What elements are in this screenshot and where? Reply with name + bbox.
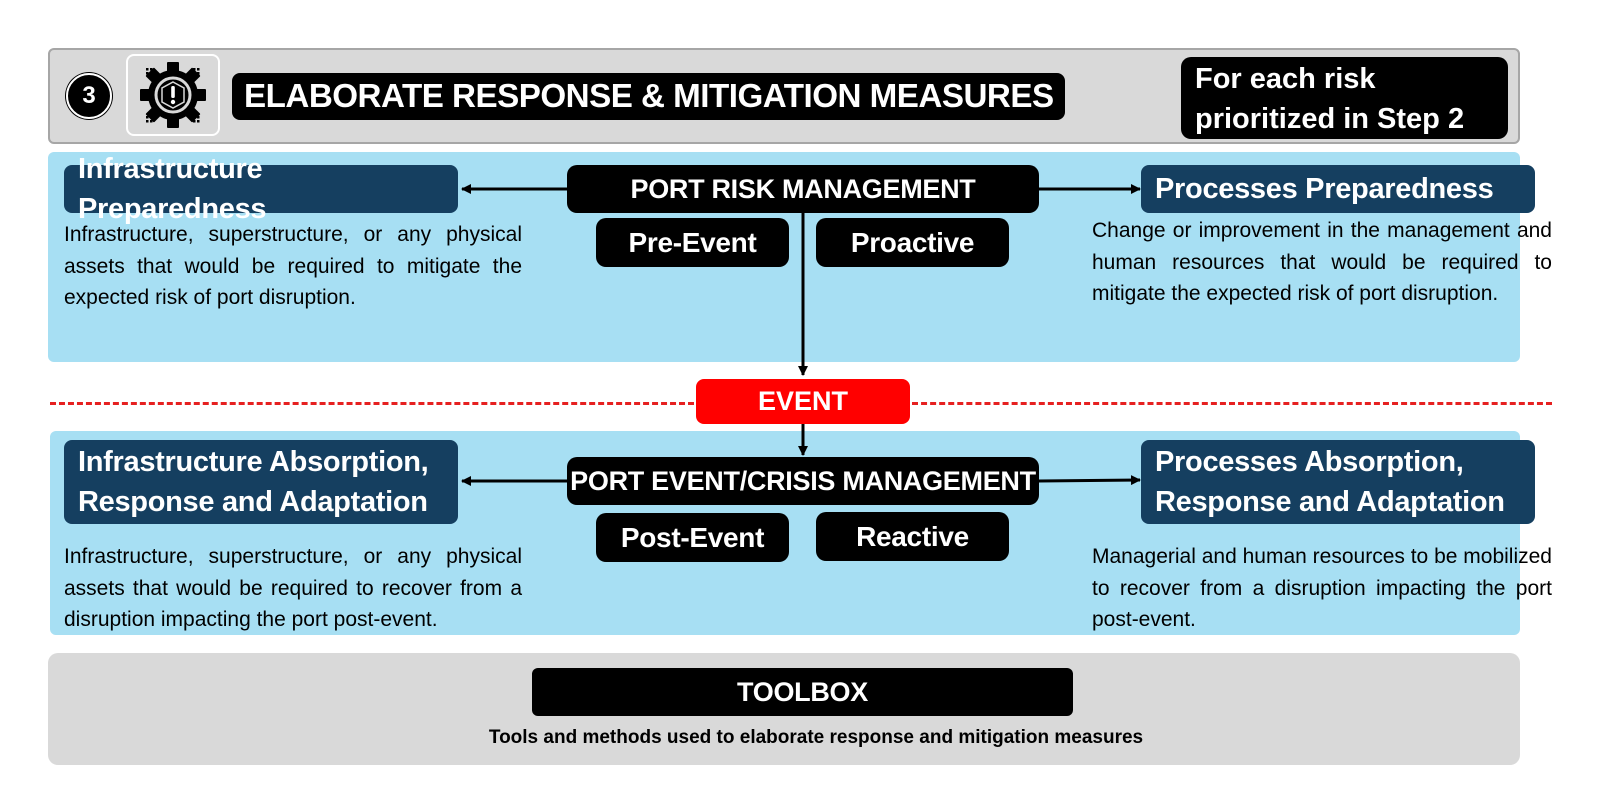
arrow-to-processes-absorption (1038, 475, 1141, 486)
flow-connectors (461, 184, 1141, 486)
